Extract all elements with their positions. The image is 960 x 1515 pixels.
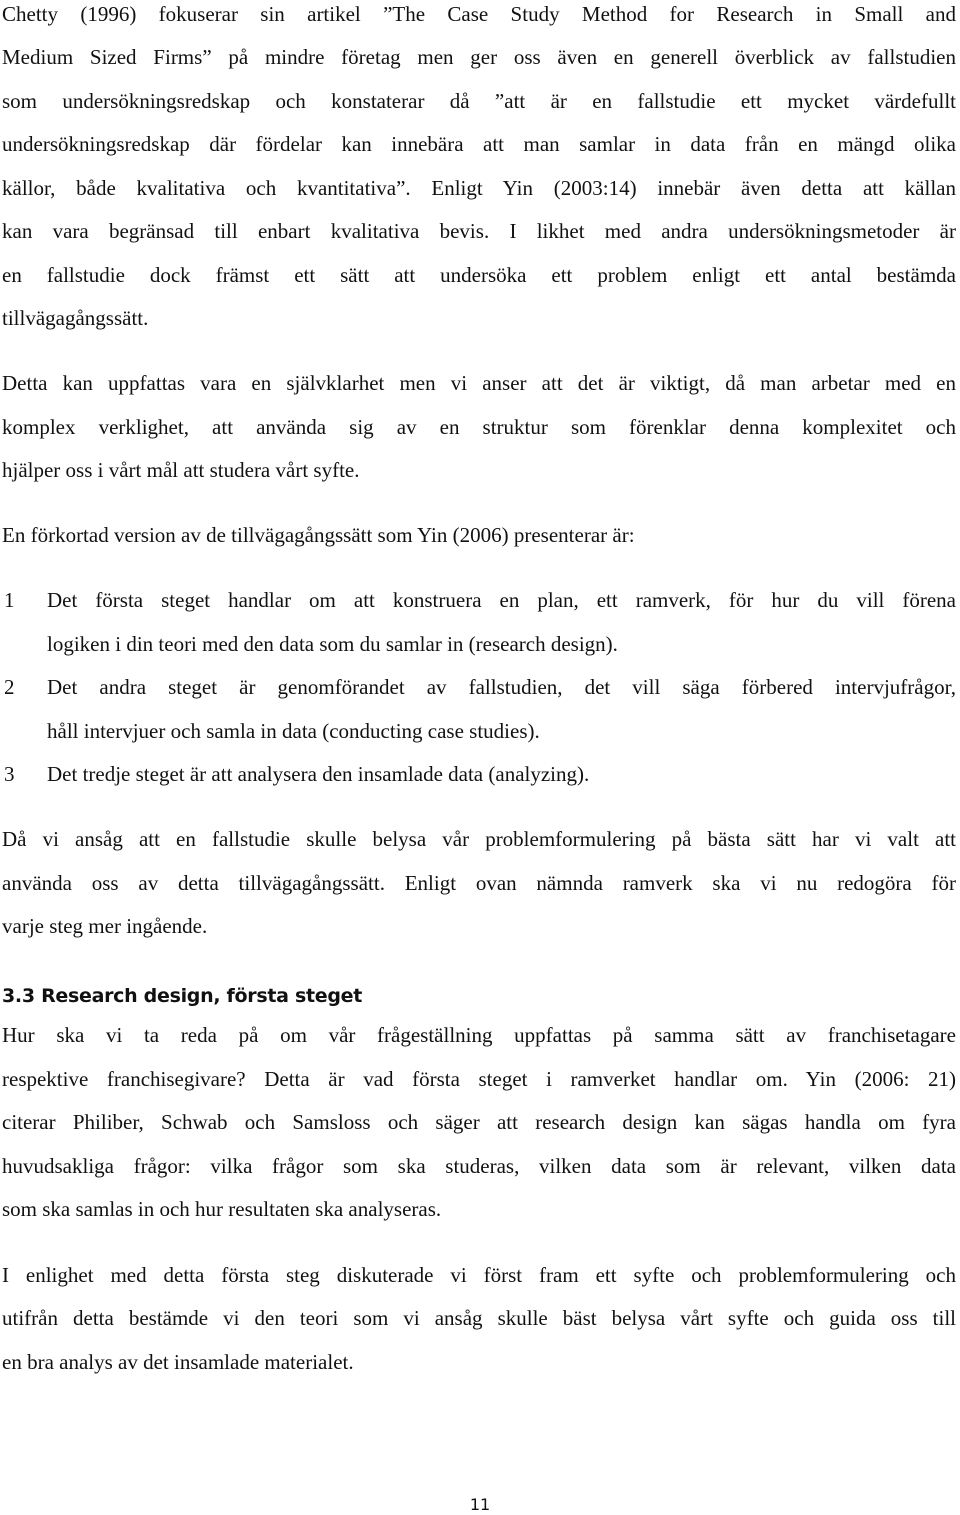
text-line: huvudsakliga frågor: vilka frågor som sk… xyxy=(2,1154,956,1178)
text-line: citerar Philiber, Schwab och Samsloss oc… xyxy=(2,1110,956,1134)
text-line: en bra analys av det insamlade materiale… xyxy=(2,1350,354,1374)
text-line: logiken i din teori med den data som du … xyxy=(47,632,618,656)
text-line: utifrån detta bestämde vi den teori som … xyxy=(2,1306,956,1330)
list-item-number: 3 xyxy=(4,762,15,786)
text-line: hjälper oss i vårt mål att studera vårt … xyxy=(2,458,360,482)
text-line: som ska samlas in och hur resultaten ska… xyxy=(2,1197,442,1221)
text-line: Det andra steget är genomförandet av fal… xyxy=(47,675,956,699)
list-item-number: 1 xyxy=(4,588,15,612)
text-line: varje steg mer ingående. xyxy=(2,914,208,938)
text-line: Chetty (1996) fokuserar sin artikel ”The… xyxy=(2,2,956,26)
text-line: kan vara begränsad till enbart kvalitati… xyxy=(2,219,956,243)
text-line: komplex verklighet, att använda sig av e… xyxy=(2,415,956,439)
text-line: Då vi ansåg att en fallstudie skulle bel… xyxy=(2,827,956,851)
document-page: Chetty (1996) fokuserar sin artikel ”The… xyxy=(0,0,960,1515)
text-line: Det första steget handlar om att konstru… xyxy=(47,588,956,612)
list-item-number: 2 xyxy=(4,675,15,699)
text-line: tillvägagångssätt. xyxy=(2,306,149,330)
text-line: I enlighet med detta första steg diskute… xyxy=(2,1263,956,1287)
text-line: Hur ska vi ta reda på om vår frågeställn… xyxy=(2,1023,956,1047)
text-line: som undersökningsredskap och konstaterar… xyxy=(2,89,956,113)
text-line: källor, både kvalitativa och kvantitativ… xyxy=(2,176,956,200)
text-line: använda oss av detta tillvägagångssätt. … xyxy=(2,871,956,895)
page-number: 11 xyxy=(469,1495,491,1514)
text-line: Medium Sized Firms” på mindre företag me… xyxy=(2,45,956,69)
text-line: En förkortad version av de tillvägagångs… xyxy=(2,523,635,547)
text-line: undersökningsredskap där fördelar kan in… xyxy=(2,132,956,156)
text-line: en fallstudie dock främst ett sätt att u… xyxy=(2,263,956,287)
text-line: håll intervjuer och samla in data (condu… xyxy=(47,719,540,743)
text-line: respektive franchisegivare? Detta är vad… xyxy=(2,1067,956,1091)
text-line: Detta kan uppfattas vara en självklarhet… xyxy=(2,371,956,395)
section-heading: 3.3 Research design, första steget xyxy=(2,985,363,1007)
text-line: Det tredje steget är att analysera den i… xyxy=(47,762,590,786)
